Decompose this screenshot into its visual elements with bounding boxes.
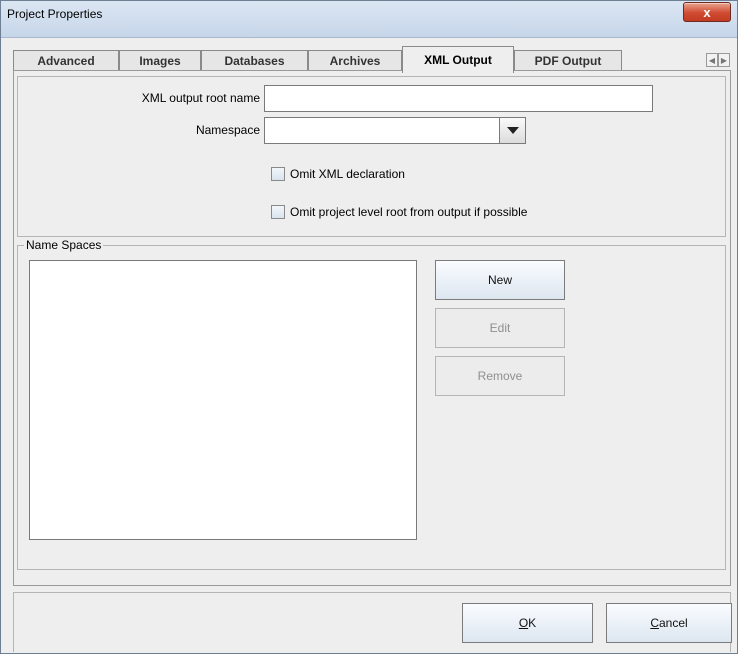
tab-images[interactable]: Images xyxy=(119,50,201,71)
chevron-down-icon xyxy=(506,127,519,134)
new-namespace-button[interactable]: New xyxy=(435,260,565,300)
name-spaces-group: Name Spaces New Edit Remove xyxy=(17,238,726,570)
namespace-combobox[interactable] xyxy=(264,117,526,144)
tab-pdf-output[interactable]: PDF Output xyxy=(514,50,622,71)
ok-button[interactable]: OK xyxy=(462,603,593,643)
cancel-button[interactable]: Cancel xyxy=(606,603,732,643)
omit-root-label: Omit project level root from output if p… xyxy=(290,205,528,219)
remove-namespace-button[interactable]: Remove xyxy=(435,356,565,396)
namespace-dropdown-button[interactable] xyxy=(499,117,526,144)
window-title: Project Properties xyxy=(7,7,103,21)
chevron-right-icon: ▶ xyxy=(720,55,728,65)
namespace-label: Namespace xyxy=(195,123,260,137)
omit-declaration-option[interactable]: Omit XML declaration xyxy=(271,167,405,181)
tab-strip: Advanced Images Databases Archives XML O… xyxy=(13,46,735,73)
root-name-input[interactable] xyxy=(264,85,653,112)
tab-scroll-left-button[interactable]: ◀ xyxy=(706,53,718,67)
title-bar[interactable]: Project Properties x xyxy=(1,1,737,38)
close-icon: x xyxy=(703,4,711,20)
chevron-left-icon: ◀ xyxy=(708,55,716,65)
omit-declaration-checkbox[interactable] xyxy=(271,167,285,181)
root-name-label: XML output root name xyxy=(141,91,260,105)
xml-output-panel: XML output root name Namespace Omit XML … xyxy=(13,70,731,586)
project-properties-dialog: Project Properties x Advanced Images Dat… xyxy=(0,0,738,654)
close-button[interactable]: x xyxy=(683,2,731,22)
name-spaces-list[interactable] xyxy=(29,260,417,540)
tab-xml-output[interactable]: XML Output xyxy=(402,46,514,73)
omit-root-checkbox[interactable] xyxy=(271,205,285,219)
omit-root-option[interactable]: Omit project level root from output if p… xyxy=(271,205,527,219)
tab-databases[interactable]: Databases xyxy=(201,50,308,71)
tab-scroll-right-button[interactable]: ▶ xyxy=(718,53,730,67)
name-spaces-title: Name Spaces xyxy=(24,238,104,252)
xml-settings-section: XML output root name Namespace Omit XML … xyxy=(17,76,726,237)
edit-namespace-button[interactable]: Edit xyxy=(435,308,565,348)
tab-advanced[interactable]: Advanced xyxy=(13,50,119,71)
tab-archives[interactable]: Archives xyxy=(308,50,402,71)
omit-declaration-label: Omit XML declaration xyxy=(290,167,405,181)
